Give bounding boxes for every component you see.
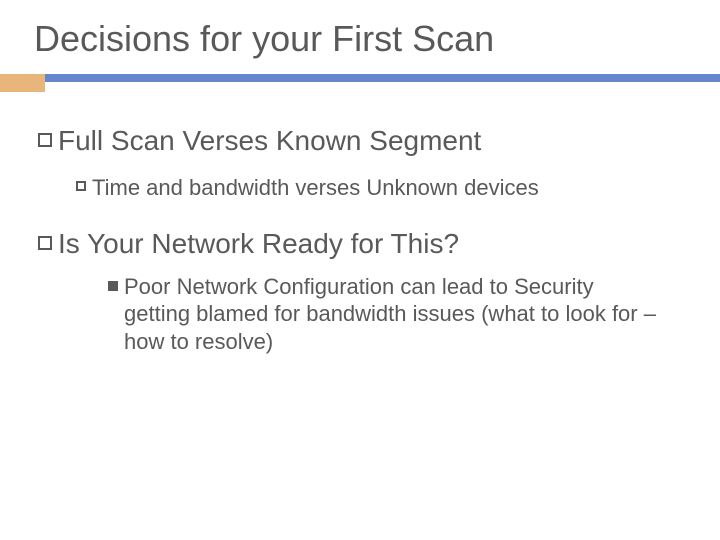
square-bullet-icon <box>38 133 52 147</box>
list-item: Time and bandwidth verses Unknown device… <box>76 174 690 202</box>
bullet-text: Poor Network Configuration can lead to S… <box>124 273 660 356</box>
list-item: Full Scan Verses Known Segment <box>38 124 690 158</box>
accent-blue-strip <box>0 74 720 82</box>
accent-bar <box>0 74 720 94</box>
slide: Decisions for your First Scan Full Scan … <box>0 0 720 540</box>
accent-orange-block <box>0 74 45 92</box>
list-item: Is Your Network Ready for This? <box>38 227 690 261</box>
filled-square-bullet-icon <box>108 281 118 291</box>
bullet-text: Time and bandwidth verses Unknown device… <box>92 174 539 202</box>
content-area: Full Scan Verses Known Segment Time and … <box>30 124 690 355</box>
list-item: Poor Network Configuration can lead to S… <box>108 273 690 356</box>
slide-title: Decisions for your First Scan <box>34 18 690 60</box>
square-bullet-icon <box>76 181 86 191</box>
bullet-text: Full Scan Verses Known Segment <box>58 124 481 158</box>
bullet-text: Is Your Network Ready for This? <box>58 227 459 261</box>
square-bullet-icon <box>38 236 52 250</box>
